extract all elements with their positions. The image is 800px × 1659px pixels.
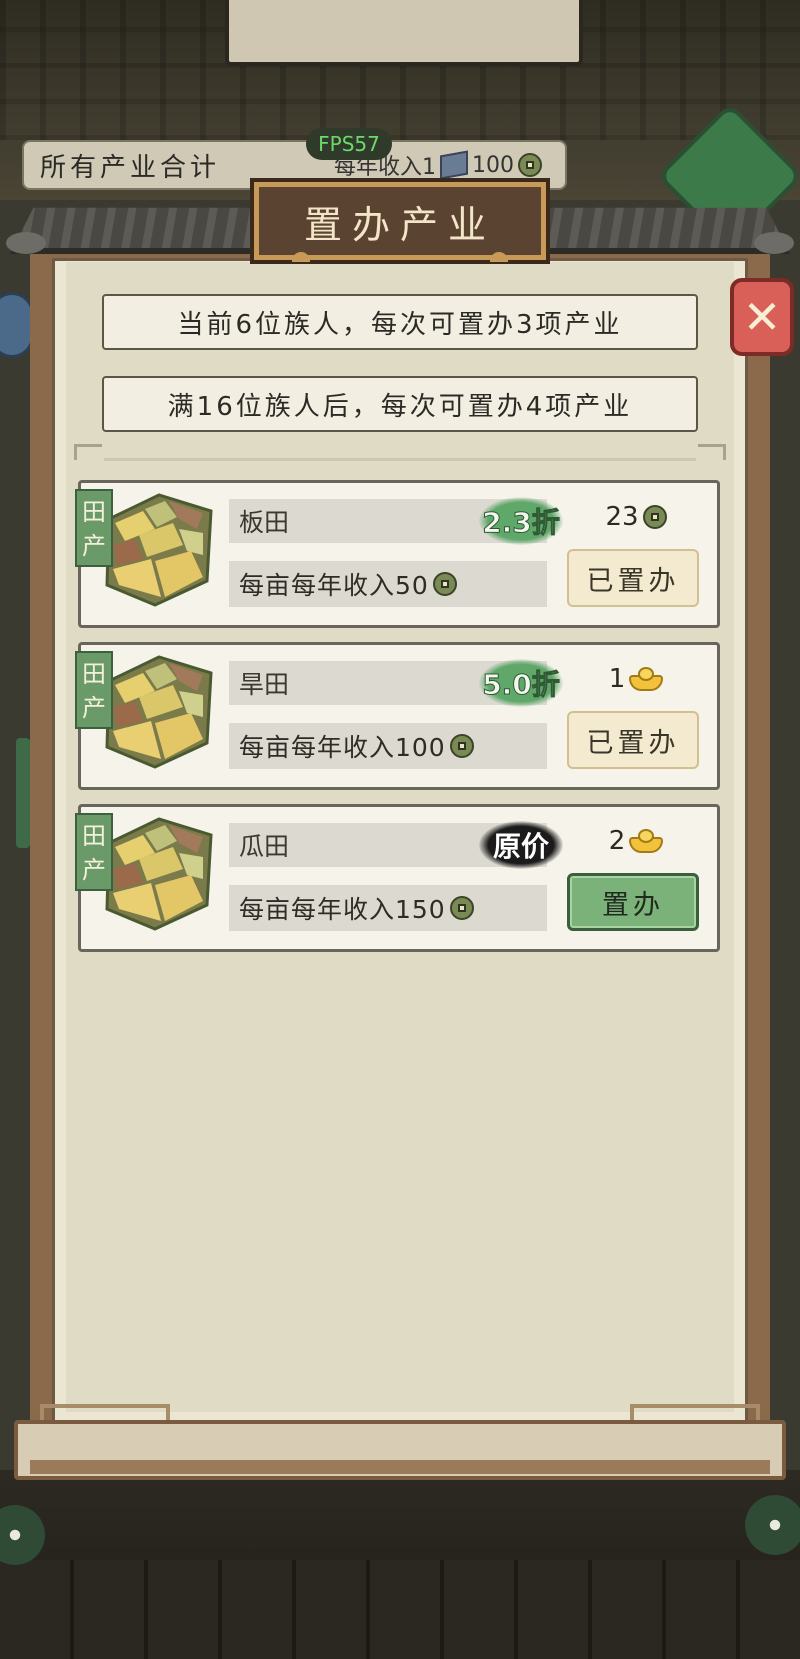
summary-label: 所有产业合计	[40, 152, 221, 183]
field-image	[105, 817, 213, 931]
coin-icon	[518, 153, 542, 177]
roof-end-right	[754, 232, 794, 254]
field-image	[105, 493, 213, 607]
summary-income-value: 100	[472, 152, 514, 178]
ingot-icon	[629, 667, 664, 691]
category-tag: 田产	[75, 813, 113, 891]
side-tab[interactable]	[16, 738, 30, 848]
income-label: 每亩每年收入150	[239, 895, 446, 924]
discount-badge: 5.0折	[479, 659, 563, 707]
dialog-title: 置办产业	[303, 202, 496, 247]
coin-icon	[449, 896, 474, 920]
discount-badge: 原价	[479, 821, 563, 869]
purchase-button[interactable]: 置办	[567, 873, 699, 931]
field-image	[105, 655, 213, 769]
fps-counter: FPS57	[306, 128, 392, 160]
price-value: 1	[608, 664, 626, 694]
coin-icon	[449, 734, 474, 758]
scroll-bottom-trim	[30, 1460, 770, 1474]
book-icon	[440, 150, 468, 180]
side-indicator[interactable]	[0, 292, 34, 358]
income-label: 每亩每年收入50	[239, 571, 429, 600]
purchased-button[interactable]: 已置办	[567, 711, 699, 769]
income-text: 每亩每年收入50	[229, 561, 547, 607]
category-tag: 田产	[75, 651, 113, 729]
property-card: 田产 板田 2.3折 23 每亩每年收入50 已置办	[75, 480, 720, 628]
wall-painting	[225, 0, 583, 66]
price-value: 2	[608, 826, 626, 856]
field-thumbnail	[99, 651, 219, 771]
income-label: 每亩每年收入100	[239, 733, 446, 762]
roof-end-left	[6, 232, 46, 254]
title-plaque: 置办产业	[254, 182, 546, 260]
ingot-icon	[629, 829, 664, 853]
info-line: 当前6位族人，每次可置办3项产业	[102, 294, 698, 350]
corner-ornament-left	[74, 444, 102, 460]
corner-ornament-right	[698, 444, 726, 460]
coin-icon	[432, 572, 457, 596]
purchased-button[interactable]: 已置办	[567, 549, 699, 607]
field-thumbnail	[99, 813, 219, 933]
price-value: 23	[605, 502, 639, 532]
close-icon: ✕	[742, 290, 782, 344]
close-button[interactable]: ✕	[730, 278, 794, 356]
floor-planks	[0, 1560, 800, 1659]
income-text: 每亩每年收入100	[229, 723, 547, 769]
price: 2	[581, 821, 691, 861]
price: 1	[581, 659, 691, 699]
category-tag: 田产	[75, 489, 113, 567]
income-text: 每亩每年收入150	[229, 885, 547, 931]
divider	[104, 458, 696, 461]
coin-icon	[642, 505, 667, 529]
price: 23	[581, 497, 691, 537]
discount-badge: 2.3折	[479, 497, 563, 545]
property-card: 田产 旱田 5.0折 1 每亩每年收入100 已置办	[75, 642, 720, 790]
info-line: 满16位族人后，每次可置办4项产业	[102, 376, 698, 432]
property-card: 田产 瓜田 原价 2 每亩每年收入150 置办	[75, 804, 720, 952]
field-thumbnail	[99, 489, 219, 609]
